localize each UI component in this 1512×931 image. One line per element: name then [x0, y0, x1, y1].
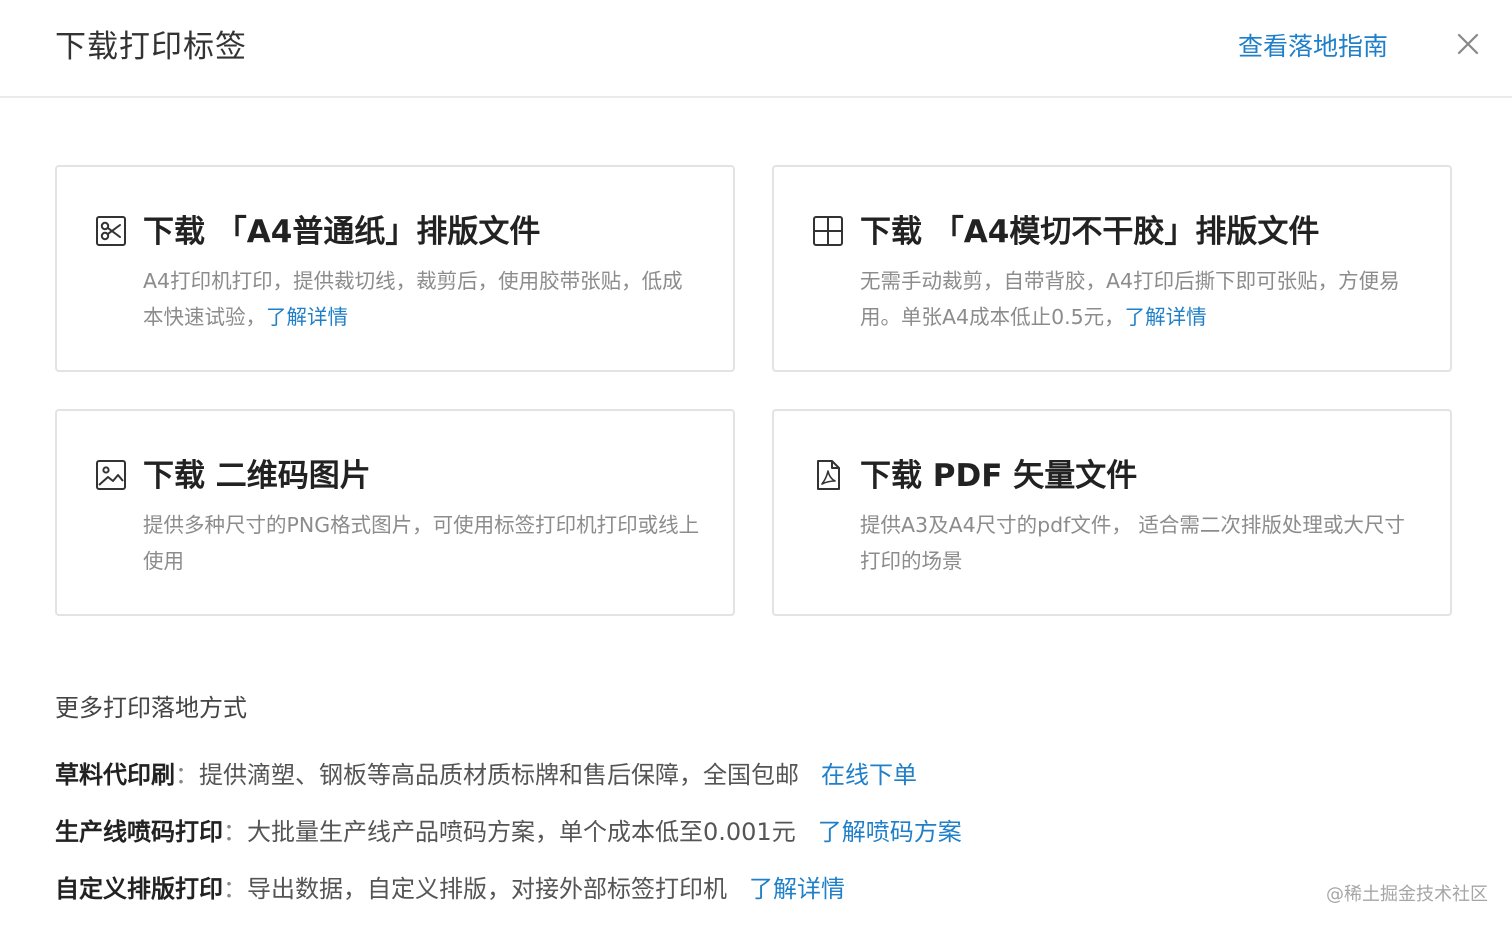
more-methods-title: 更多打印落地方式	[55, 694, 247, 722]
method-separator: ：	[223, 875, 247, 903]
watermark: @稀土掘金技术社区	[1326, 884, 1488, 905]
order-online-link[interactable]: 在线下单	[821, 761, 917, 789]
method-separator: ：	[175, 761, 199, 789]
close-button[interactable]	[1452, 28, 1484, 60]
card-description: 提供A3及A4尺寸的pdf文件， 适合需二次排版处理或大尺寸打印的场景	[860, 507, 1420, 579]
card-title: 下载 「A4普通纸」排版文件	[143, 214, 541, 250]
close-icon	[1457, 33, 1479, 55]
dialog-header: 下载打印标签 查看落地指南	[0, 0, 1512, 98]
card-description-text: 提供多种尺寸的PNG格式图片，可使用标签打印机打印或线上使用	[143, 513, 700, 573]
pdf-file-icon	[812, 459, 844, 491]
method-description: 大批量生产线产品喷码方案，单个成本低至0.001元	[247, 818, 796, 846]
card-description: A4打印机打印，提供裁切线，裁剪后，使用胶带张贴，低成本快速试验，了解详情	[143, 263, 703, 335]
card-description: 提供多种尺寸的PNG格式图片，可使用标签打印机打印或线上使用	[143, 507, 703, 579]
inkjet-solution-link[interactable]: 了解喷码方案	[818, 818, 962, 846]
card-qrcode-image[interactable]: 下载 二维码图片 提供多种尺寸的PNG格式图片，可使用标签打印机打印或线上使用	[55, 409, 735, 616]
card-a4-plain-paper[interactable]: 下载 「A4普通纸」排版文件 A4打印机打印，提供裁切线，裁剪后，使用胶带张贴，…	[55, 165, 735, 372]
method-description: 提供滴塑、钢板等高品质材质标牌和售后保障，全国包邮	[199, 761, 799, 789]
card-title: 下载 PDF 矢量文件	[860, 458, 1138, 494]
more-method-row: 自定义排版打印：导出数据，自定义排版，对接外部标签打印机 了解详情	[55, 870, 845, 908]
card-description-text: A4打印机打印，提供裁切线，裁剪后，使用胶带张贴，低成本快速试验，	[143, 269, 683, 329]
card-description: 无需手动裁剪，自带背胶，A4打印后撕下即可张贴，方便易用。单张A4成本低止0.5…	[860, 263, 1420, 335]
method-description: 导出数据，自定义排版，对接外部标签打印机	[247, 875, 727, 903]
guide-link[interactable]: 查看落地指南	[1238, 30, 1388, 64]
card-a4-die-cut-sticker[interactable]: 下载 「A4模切不干胶」排版文件 无需手动裁剪，自带背胶，A4打印后撕下即可张贴…	[772, 165, 1452, 372]
learn-more-link[interactable]: 了解详情	[266, 305, 348, 329]
method-label: 草料代印刷	[55, 761, 175, 789]
dialog-title: 下载打印标签	[55, 29, 247, 65]
card-pdf-vector-file[interactable]: 下载 PDF 矢量文件 提供A3及A4尺寸的pdf文件， 适合需二次排版处理或大…	[772, 409, 1452, 616]
more-method-row: 草料代印刷：提供滴塑、钢板等高品质材质标牌和售后保障，全国包邮 在线下单	[55, 756, 917, 794]
card-title: 下载 「A4模切不干胶」排版文件	[860, 214, 1320, 250]
method-label: 生产线喷码打印	[55, 818, 223, 846]
grid-layout-icon	[812, 215, 844, 247]
method-separator: ：	[223, 818, 247, 846]
image-icon	[95, 459, 127, 491]
method-label: 自定义排版打印	[55, 875, 223, 903]
card-title: 下载 二维码图片	[143, 458, 371, 494]
scissors-icon	[95, 215, 127, 247]
learn-more-link[interactable]: 了解详情	[749, 875, 845, 903]
download-label-dialog: 下载打印标签 查看落地指南 下载 「A4普通纸」排版文件 A4打印机打印，提供裁…	[0, 0, 1512, 931]
learn-more-link[interactable]: 了解详情	[1125, 305, 1207, 329]
card-description-text: 提供A3及A4尺寸的pdf文件， 适合需二次排版处理或大尺寸打印的场景	[860, 513, 1405, 573]
more-method-row: 生产线喷码打印：大批量生产线产品喷码方案，单个成本低至0.001元 了解喷码方案	[55, 813, 962, 851]
